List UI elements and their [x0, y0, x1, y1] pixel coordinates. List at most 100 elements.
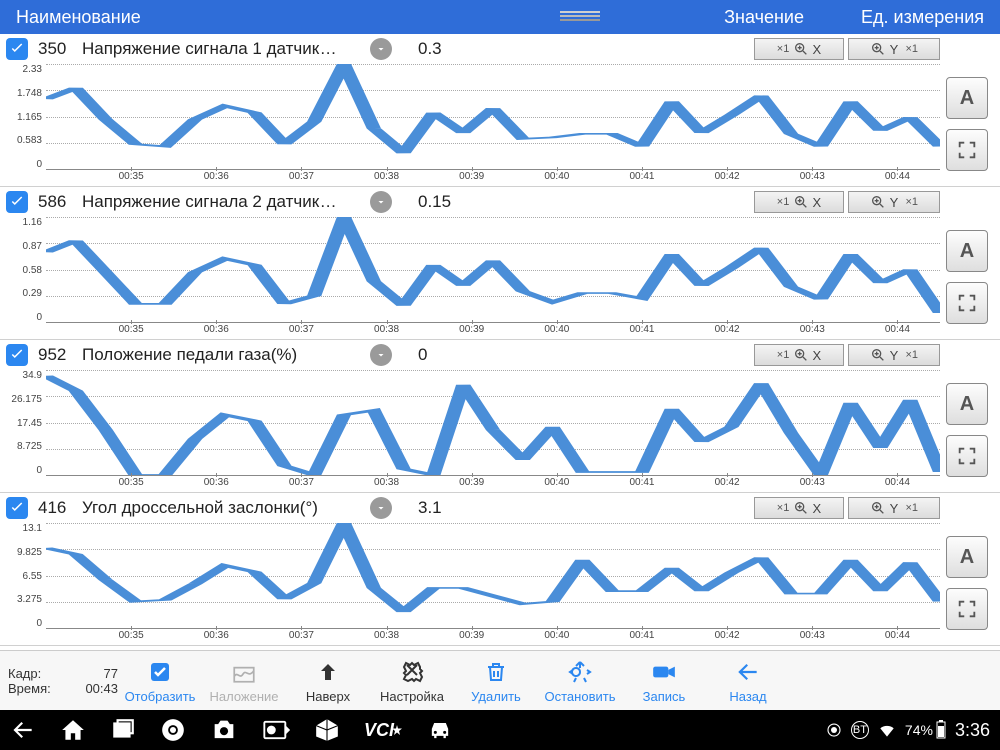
fit-button[interactable] [946, 129, 988, 171]
checkbox-icon[interactable] [6, 344, 28, 366]
brightness-icon[interactable] [262, 716, 290, 744]
autoscale-button[interactable]: A [946, 536, 988, 578]
zoom-x-button[interactable]: ×1 X [754, 191, 844, 213]
toolbar-nazad[interactable]: Назад [706, 657, 790, 704]
x-axis-labels: 00:3500:3600:3700:3800:3900:4000:4100:42… [46, 630, 940, 643]
otobrazit-icon [118, 657, 202, 687]
y-axis-labels: 1.160.870.580.290 [6, 217, 46, 337]
zoom-x-button[interactable]: ×1 X [754, 38, 844, 60]
bottom-toolbar: Кадр:77 Время:00:43 Отобразить Наложение… [0, 650, 1000, 710]
toolbar-zapis[interactable]: Запись [622, 657, 706, 704]
camera-icon[interactable] [210, 716, 238, 744]
zoom-y-button[interactable]: Y ×1 [848, 191, 940, 213]
sensor-name: Напряжение сигнала 1 датчика пед…(V) [82, 39, 344, 59]
chevron-down-icon[interactable] [370, 497, 392, 519]
drag-handle-icon[interactable] [556, 7, 604, 28]
back-icon[interactable] [10, 716, 36, 744]
toolbar-label: Остановить [538, 689, 622, 704]
sensor-id: 586 [38, 192, 82, 212]
chart-area[interactable]: 00:3500:3600:3700:3800:3900:4000:4100:42… [46, 370, 940, 490]
chart-area[interactable]: 00:3500:3600:3700:3800:3900:4000:4100:42… [46, 64, 940, 184]
zapis-icon [622, 657, 706, 687]
gps-icon [825, 721, 843, 739]
nazad-icon [706, 657, 790, 687]
zoom-x-button[interactable]: ×1 X [754, 497, 844, 519]
frame-info: Кадр:77 Время:00:43 [8, 666, 118, 696]
autoscale-button[interactable]: A [946, 77, 988, 119]
sensor-name: Угол дроссельной заслонки(°) [82, 498, 344, 518]
toolbar-label: Запись [622, 689, 706, 704]
system-bar: VCI BT 74% 3:36 [0, 710, 1000, 750]
chevron-down-icon[interactable] [370, 191, 392, 213]
toolbar-otobrazit[interactable]: Отобразить [118, 657, 202, 704]
bt-icon: BT [851, 721, 869, 739]
udalit-icon [454, 657, 538, 687]
sensor-id: 350 [38, 39, 82, 59]
chevron-down-icon[interactable] [370, 38, 392, 60]
chart-area[interactable]: 00:3500:3600:3700:3800:3900:4000:4100:42… [46, 217, 940, 337]
vci-icon[interactable]: VCI [364, 716, 402, 744]
autoscale-button[interactable]: A [946, 230, 988, 272]
chart-area[interactable]: 00:3500:3600:3700:3800:3900:4000:4100:42… [46, 523, 940, 643]
x-axis-labels: 00:3500:3600:3700:3800:3900:4000:4100:42… [46, 324, 940, 337]
chrome-icon[interactable] [160, 716, 186, 744]
fit-button[interactable] [946, 435, 988, 477]
autoscale-button[interactable]: A [946, 383, 988, 425]
sensor-id: 416 [38, 498, 82, 518]
fit-button[interactable] [946, 282, 988, 324]
toolbar-label: Удалить [454, 689, 538, 704]
toolbar-label: Отобразить [118, 689, 202, 704]
x-axis-labels: 00:3500:3600:3700:3800:3900:4000:4100:42… [46, 477, 940, 490]
toolbar-label: Настройка [370, 689, 454, 704]
frame-label: Кадр: [8, 666, 41, 681]
system-tray: BT 74% 3:36 [825, 720, 990, 741]
header-unit: Ед. измерения [804, 7, 984, 28]
table-header: Наименование Значение Ед. измерения [0, 0, 1000, 34]
toolbar-udalit[interactable]: Удалить [454, 657, 538, 704]
fit-button[interactable] [946, 588, 988, 630]
battery-percent: 74% [905, 722, 933, 738]
zoom-y-button[interactable]: Y ×1 [848, 344, 940, 366]
app-icon[interactable] [314, 716, 340, 744]
sensor-value: 3.1 [418, 498, 488, 518]
y-axis-labels: 13.19.8256.553.2750 [6, 523, 46, 643]
checkbox-icon[interactable] [6, 191, 28, 213]
toolbar-ostanovit[interactable]: Остановить [538, 657, 622, 704]
clock: 3:36 [955, 720, 990, 741]
sensor-list: 350 Напряжение сигнала 1 датчика пед…(V)… [0, 34, 1000, 650]
sensor-value: 0 [418, 345, 488, 365]
system-nav: VCI [10, 716, 825, 744]
recent-apps-icon[interactable] [110, 716, 136, 744]
toolbar-nastroyka[interactable]: Настройка [370, 657, 454, 704]
car-icon[interactable] [426, 716, 454, 744]
battery-indicator: 74% [905, 720, 947, 740]
nastroyka-icon [370, 657, 454, 687]
toolbar-naverh[interactable]: Наверх [286, 657, 370, 704]
zoom-x-button[interactable]: ×1 X [754, 344, 844, 366]
wifi-icon [877, 720, 897, 740]
checkbox-icon[interactable] [6, 497, 28, 519]
sensor-value: 0.15 [418, 192, 488, 212]
checkbox-icon[interactable] [6, 38, 28, 60]
sensor-value: 0.3 [418, 39, 488, 59]
toolbar-nalozhenie[interactable]: Наложение [202, 657, 286, 704]
frame-value: 77 [104, 666, 118, 681]
toolbar-label: Наложение [202, 689, 286, 704]
toolbar-label: Назад [706, 689, 790, 704]
sensor-row: 586 Напряжение сигнала 2 датчика пед…(V)… [0, 187, 1000, 340]
zoom-y-button[interactable]: Y ×1 [848, 38, 940, 60]
y-axis-labels: 2.331.7481.1650.5830 [6, 64, 46, 184]
sensor-row: 416 Угол дроссельной заслонки(°) 3.1 ×1 … [0, 493, 1000, 646]
home-icon[interactable] [60, 716, 86, 744]
time-value: 00:43 [85, 681, 118, 696]
y-axis-labels: 34.926.17517.458.7250 [6, 370, 46, 490]
zoom-y-button[interactable]: Y ×1 [848, 497, 940, 519]
nalozhenie-icon [202, 657, 286, 687]
chevron-down-icon[interactable] [370, 344, 392, 366]
sensor-row: 952 Положение педали газа(%) 0 ×1 X Y ×1… [0, 340, 1000, 493]
sensor-id: 952 [38, 345, 82, 365]
sensor-name: Положение педали газа(%) [82, 345, 344, 365]
ostanovit-icon [538, 657, 622, 687]
toolbar-label: Наверх [286, 689, 370, 704]
sensor-name: Напряжение сигнала 2 датчика пед…(V) [82, 192, 344, 212]
